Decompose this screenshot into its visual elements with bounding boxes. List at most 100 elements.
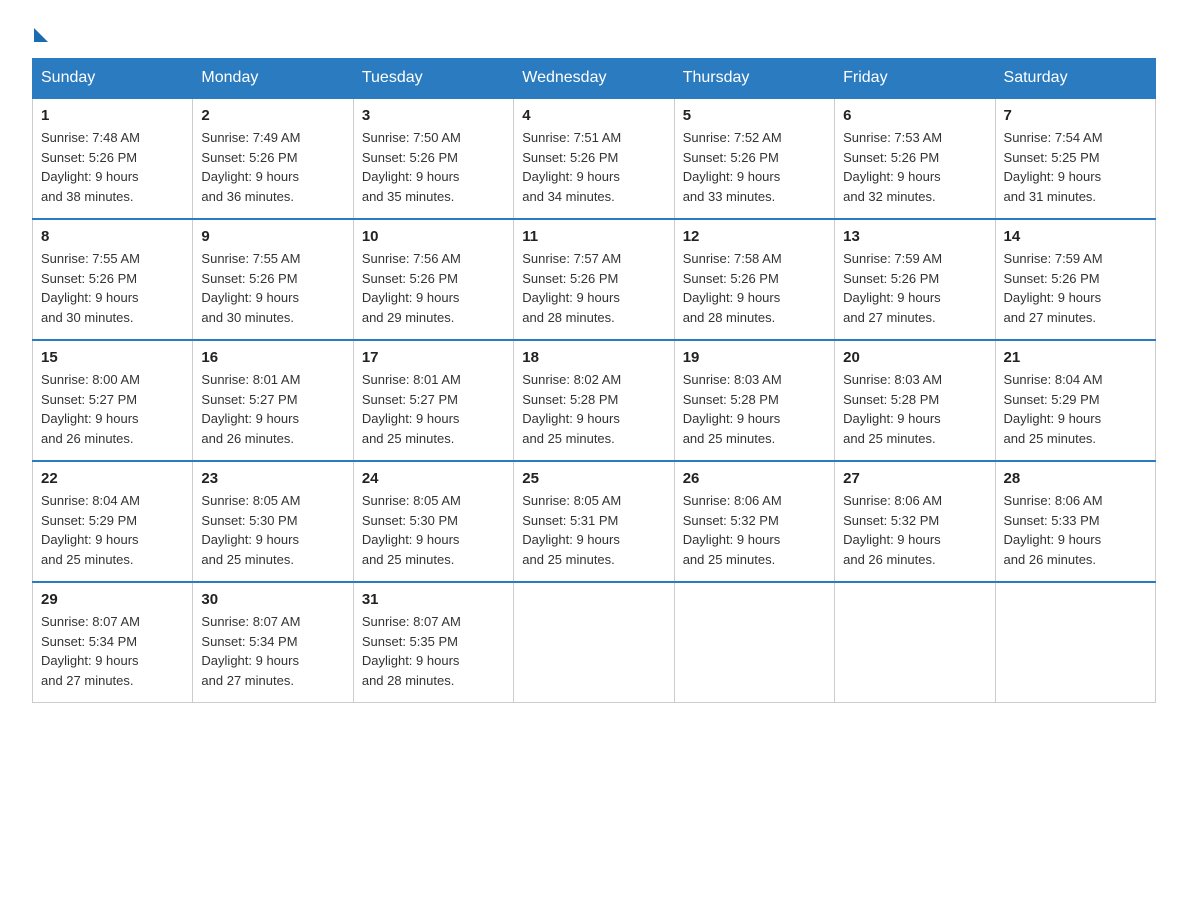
day-info: Sunrise: 8:03 AMSunset: 5:28 PMDaylight:… <box>683 372 782 446</box>
header-monday: Monday <box>193 59 353 99</box>
calendar-cell <box>995 582 1155 703</box>
calendar-cell: 14 Sunrise: 7:59 AMSunset: 5:26 PMDaylig… <box>995 219 1155 340</box>
page-header <box>32 24 1156 38</box>
day-info: Sunrise: 8:00 AMSunset: 5:27 PMDaylight:… <box>41 372 140 446</box>
calendar-cell: 18 Sunrise: 8:02 AMSunset: 5:28 PMDaylig… <box>514 340 674 461</box>
day-info: Sunrise: 7:55 AMSunset: 5:26 PMDaylight:… <box>201 251 300 325</box>
logo-arrow-icon <box>34 28 48 42</box>
calendar-cell: 11 Sunrise: 7:57 AMSunset: 5:26 PMDaylig… <box>514 219 674 340</box>
day-number: 9 <box>201 228 344 245</box>
day-info: Sunrise: 8:05 AMSunset: 5:30 PMDaylight:… <box>362 493 461 567</box>
day-info: Sunrise: 7:54 AMSunset: 5:25 PMDaylight:… <box>1004 130 1103 204</box>
calendar-cell: 15 Sunrise: 8:00 AMSunset: 5:27 PMDaylig… <box>33 340 193 461</box>
logo <box>32 24 48 38</box>
day-number: 22 <box>41 470 184 487</box>
day-number: 11 <box>522 228 665 245</box>
day-info: Sunrise: 8:05 AMSunset: 5:31 PMDaylight:… <box>522 493 621 567</box>
day-info: Sunrise: 8:02 AMSunset: 5:28 PMDaylight:… <box>522 372 621 446</box>
calendar-header-row: SundayMondayTuesdayWednesdayThursdayFrid… <box>33 59 1156 99</box>
calendar-cell: 26 Sunrise: 8:06 AMSunset: 5:32 PMDaylig… <box>674 461 834 582</box>
day-info: Sunrise: 7:58 AMSunset: 5:26 PMDaylight:… <box>683 251 782 325</box>
header-thursday: Thursday <box>674 59 834 99</box>
day-number: 18 <box>522 349 665 366</box>
day-info: Sunrise: 8:04 AMSunset: 5:29 PMDaylight:… <box>41 493 140 567</box>
day-number: 10 <box>362 228 505 245</box>
calendar-table: SundayMondayTuesdayWednesdayThursdayFrid… <box>32 58 1156 703</box>
day-info: Sunrise: 7:49 AMSunset: 5:26 PMDaylight:… <box>201 130 300 204</box>
calendar-cell: 12 Sunrise: 7:58 AMSunset: 5:26 PMDaylig… <box>674 219 834 340</box>
day-number: 26 <box>683 470 826 487</box>
calendar-cell: 6 Sunrise: 7:53 AMSunset: 5:26 PMDayligh… <box>835 98 995 219</box>
calendar-cell <box>514 582 674 703</box>
header-wednesday: Wednesday <box>514 59 674 99</box>
calendar-cell <box>674 582 834 703</box>
day-info: Sunrise: 7:48 AMSunset: 5:26 PMDaylight:… <box>41 130 140 204</box>
day-info: Sunrise: 8:06 AMSunset: 5:32 PMDaylight:… <box>843 493 942 567</box>
day-info: Sunrise: 8:01 AMSunset: 5:27 PMDaylight:… <box>201 372 300 446</box>
calendar-week-row: 29 Sunrise: 8:07 AMSunset: 5:34 PMDaylig… <box>33 582 1156 703</box>
day-info: Sunrise: 7:57 AMSunset: 5:26 PMDaylight:… <box>522 251 621 325</box>
calendar-week-row: 8 Sunrise: 7:55 AMSunset: 5:26 PMDayligh… <box>33 219 1156 340</box>
day-number: 6 <box>843 107 986 124</box>
header-sunday: Sunday <box>33 59 193 99</box>
calendar-cell: 20 Sunrise: 8:03 AMSunset: 5:28 PMDaylig… <box>835 340 995 461</box>
day-info: Sunrise: 8:06 AMSunset: 5:33 PMDaylight:… <box>1004 493 1103 567</box>
calendar-cell <box>835 582 995 703</box>
day-number: 7 <box>1004 107 1147 124</box>
calendar-cell: 10 Sunrise: 7:56 AMSunset: 5:26 PMDaylig… <box>353 219 513 340</box>
calendar-cell: 17 Sunrise: 8:01 AMSunset: 5:27 PMDaylig… <box>353 340 513 461</box>
day-info: Sunrise: 7:56 AMSunset: 5:26 PMDaylight:… <box>362 251 461 325</box>
calendar-cell: 1 Sunrise: 7:48 AMSunset: 5:26 PMDayligh… <box>33 98 193 219</box>
calendar-cell: 13 Sunrise: 7:59 AMSunset: 5:26 PMDaylig… <box>835 219 995 340</box>
day-info: Sunrise: 7:59 AMSunset: 5:26 PMDaylight:… <box>1004 251 1103 325</box>
day-number: 31 <box>362 591 505 608</box>
day-number: 17 <box>362 349 505 366</box>
day-number: 27 <box>843 470 986 487</box>
calendar-cell: 2 Sunrise: 7:49 AMSunset: 5:26 PMDayligh… <box>193 98 353 219</box>
day-number: 20 <box>843 349 986 366</box>
calendar-cell: 8 Sunrise: 7:55 AMSunset: 5:26 PMDayligh… <box>33 219 193 340</box>
day-number: 5 <box>683 107 826 124</box>
day-info: Sunrise: 7:52 AMSunset: 5:26 PMDaylight:… <box>683 130 782 204</box>
day-number: 25 <box>522 470 665 487</box>
day-number: 23 <box>201 470 344 487</box>
day-number: 4 <box>522 107 665 124</box>
calendar-cell: 3 Sunrise: 7:50 AMSunset: 5:26 PMDayligh… <box>353 98 513 219</box>
calendar-week-row: 1 Sunrise: 7:48 AMSunset: 5:26 PMDayligh… <box>33 98 1156 219</box>
day-number: 12 <box>683 228 826 245</box>
calendar-cell: 21 Sunrise: 8:04 AMSunset: 5:29 PMDaylig… <box>995 340 1155 461</box>
day-number: 15 <box>41 349 184 366</box>
calendar-cell: 28 Sunrise: 8:06 AMSunset: 5:33 PMDaylig… <box>995 461 1155 582</box>
day-info: Sunrise: 8:07 AMSunset: 5:35 PMDaylight:… <box>362 614 461 688</box>
calendar-cell: 30 Sunrise: 8:07 AMSunset: 5:34 PMDaylig… <box>193 582 353 703</box>
day-number: 29 <box>41 591 184 608</box>
day-info: Sunrise: 8:04 AMSunset: 5:29 PMDaylight:… <box>1004 372 1103 446</box>
calendar-cell: 7 Sunrise: 7:54 AMSunset: 5:25 PMDayligh… <box>995 98 1155 219</box>
day-info: Sunrise: 7:51 AMSunset: 5:26 PMDaylight:… <box>522 130 621 204</box>
day-info: Sunrise: 7:59 AMSunset: 5:26 PMDaylight:… <box>843 251 942 325</box>
day-number: 28 <box>1004 470 1147 487</box>
day-info: Sunrise: 8:07 AMSunset: 5:34 PMDaylight:… <box>201 614 300 688</box>
calendar-week-row: 15 Sunrise: 8:00 AMSunset: 5:27 PMDaylig… <box>33 340 1156 461</box>
calendar-cell: 24 Sunrise: 8:05 AMSunset: 5:30 PMDaylig… <box>353 461 513 582</box>
header-tuesday: Tuesday <box>353 59 513 99</box>
calendar-cell: 9 Sunrise: 7:55 AMSunset: 5:26 PMDayligh… <box>193 219 353 340</box>
day-info: Sunrise: 7:50 AMSunset: 5:26 PMDaylight:… <box>362 130 461 204</box>
day-number: 19 <box>683 349 826 366</box>
calendar-cell: 27 Sunrise: 8:06 AMSunset: 5:32 PMDaylig… <box>835 461 995 582</box>
day-info: Sunrise: 8:01 AMSunset: 5:27 PMDaylight:… <box>362 372 461 446</box>
calendar-cell: 16 Sunrise: 8:01 AMSunset: 5:27 PMDaylig… <box>193 340 353 461</box>
day-number: 8 <box>41 228 184 245</box>
day-number: 14 <box>1004 228 1147 245</box>
calendar-cell: 29 Sunrise: 8:07 AMSunset: 5:34 PMDaylig… <box>33 582 193 703</box>
day-info: Sunrise: 8:06 AMSunset: 5:32 PMDaylight:… <box>683 493 782 567</box>
day-info: Sunrise: 8:07 AMSunset: 5:34 PMDaylight:… <box>41 614 140 688</box>
day-info: Sunrise: 8:05 AMSunset: 5:30 PMDaylight:… <box>201 493 300 567</box>
day-number: 3 <box>362 107 505 124</box>
calendar-week-row: 22 Sunrise: 8:04 AMSunset: 5:29 PMDaylig… <box>33 461 1156 582</box>
day-info: Sunrise: 8:03 AMSunset: 5:28 PMDaylight:… <box>843 372 942 446</box>
day-number: 16 <box>201 349 344 366</box>
day-number: 13 <box>843 228 986 245</box>
calendar-cell: 5 Sunrise: 7:52 AMSunset: 5:26 PMDayligh… <box>674 98 834 219</box>
day-number: 24 <box>362 470 505 487</box>
